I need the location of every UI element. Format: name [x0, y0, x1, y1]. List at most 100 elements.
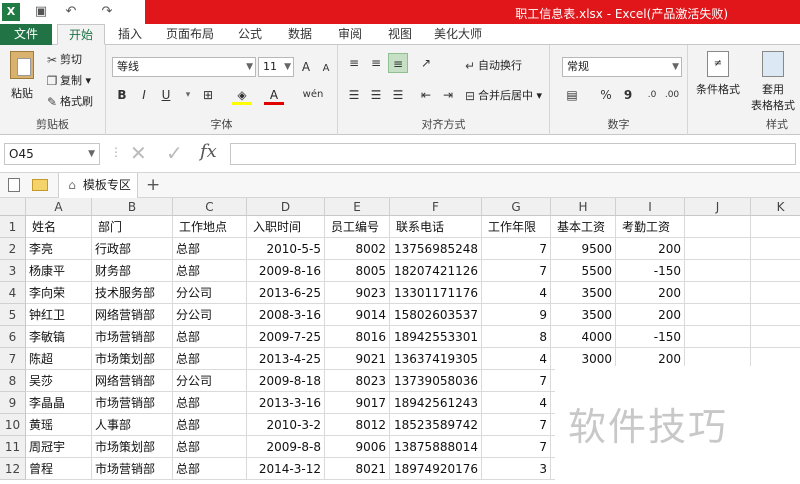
insert-function-icon[interactable]: fx: [200, 141, 217, 162]
increase-font-button[interactable]: A: [296, 57, 316, 77]
header-cell[interactable]: [685, 216, 751, 238]
table-cell[interactable]: 李向荣: [26, 282, 92, 304]
table-cell[interactable]: 市场营销部: [92, 326, 173, 348]
table-cell[interactable]: 200: [616, 304, 685, 326]
header-cell[interactable]: 部门: [92, 216, 173, 238]
align-middle-icon[interactable]: ≡: [366, 53, 386, 73]
table-cell[interactable]: 2013-4-25: [247, 348, 325, 370]
table-cell[interactable]: 总部: [173, 348, 247, 370]
borders-icon[interactable]: ⊞: [198, 85, 218, 105]
increase-decimal-icon[interactable]: .0: [642, 85, 662, 105]
row-header[interactable]: 4: [0, 282, 26, 304]
table-cell[interactable]: 5500: [551, 260, 616, 282]
table-cell[interactable]: [685, 282, 751, 304]
tab-formulas[interactable]: 公式: [228, 24, 272, 45]
table-cell[interactable]: 总部: [173, 326, 247, 348]
table-cell[interactable]: 总部: [173, 414, 247, 436]
table-cell[interactable]: [751, 260, 800, 282]
table-cell[interactable]: 8: [482, 326, 551, 348]
table-cell[interactable]: 市场营销部: [92, 458, 173, 480]
table-cell[interactable]: 7: [482, 436, 551, 458]
header-cell[interactable]: 联系电话: [390, 216, 482, 238]
formula-input[interactable]: [230, 143, 796, 165]
table-cell[interactable]: 9023: [325, 282, 390, 304]
table-cell[interactable]: 3500: [551, 282, 616, 304]
table-cell[interactable]: 2009-8-8: [247, 436, 325, 458]
number-format-combo[interactable]: 常规 ▼: [562, 57, 682, 77]
table-cell[interactable]: [751, 304, 800, 326]
column-header-b[interactable]: B: [92, 198, 173, 216]
table-cell[interactable]: 李亮: [26, 238, 92, 260]
table-cell[interactable]: 市场策划部: [92, 348, 173, 370]
table-cell[interactable]: 2009-8-16: [247, 260, 325, 282]
table-cell[interactable]: 技术服务部: [92, 282, 173, 304]
add-tab-button[interactable]: +: [146, 175, 160, 195]
table-cell[interactable]: 3: [482, 458, 551, 480]
tab-view[interactable]: 视图: [378, 24, 422, 45]
table-cell[interactable]: 8016: [325, 326, 390, 348]
table-cell[interactable]: 18207421126: [390, 260, 482, 282]
name-box[interactable]: O45 ▼: [4, 143, 100, 165]
new-file-icon[interactable]: [8, 178, 20, 192]
undo-icon[interactable]: ↶: [62, 3, 80, 21]
header-cell[interactable]: 入职时间: [247, 216, 325, 238]
table-cell[interactable]: 9: [482, 304, 551, 326]
table-cell[interactable]: 7: [482, 370, 551, 392]
column-header-a[interactable]: A: [26, 198, 92, 216]
table-cell[interactable]: 9500: [551, 238, 616, 260]
table-cell[interactable]: [751, 238, 800, 260]
table-cell[interactable]: 7: [482, 238, 551, 260]
table-cell[interactable]: 总部: [173, 260, 247, 282]
table-cell[interactable]: 4: [482, 282, 551, 304]
table-cell[interactable]: -150: [616, 260, 685, 282]
column-header-i[interactable]: I: [616, 198, 685, 216]
align-right-icon[interactable]: ☰: [388, 85, 408, 105]
table-cell[interactable]: 13637419305: [390, 348, 482, 370]
underline-button[interactable]: U: [156, 85, 176, 105]
table-cell[interactable]: 总部: [173, 436, 247, 458]
underline-dropdown[interactable]: ▾: [178, 85, 198, 105]
confirm-icon[interactable]: ✓: [166, 141, 183, 165]
cancel-icon[interactable]: ✕: [130, 141, 147, 165]
table-cell[interactable]: 周冠宇: [26, 436, 92, 458]
table-cell[interactable]: 18942553301: [390, 326, 482, 348]
column-header-f[interactable]: F: [390, 198, 482, 216]
table-cell[interactable]: 13301171176: [390, 282, 482, 304]
table-cell[interactable]: 8023: [325, 370, 390, 392]
table-cell[interactable]: 行政部: [92, 238, 173, 260]
table-cell[interactable]: 8002: [325, 238, 390, 260]
table-cell[interactable]: 2013-6-25: [247, 282, 325, 304]
column-header-e[interactable]: E: [325, 198, 390, 216]
decrease-indent-icon[interactable]: ⇤: [416, 85, 436, 105]
font-size-combo[interactable]: 11 ▼: [258, 57, 294, 77]
font-name-combo[interactable]: 等线 ▼: [112, 57, 256, 77]
table-cell[interactable]: 200: [616, 238, 685, 260]
table-cell[interactable]: 8012: [325, 414, 390, 436]
table-cell[interactable]: 市场策划部: [92, 436, 173, 458]
table-cell[interactable]: 13739058036: [390, 370, 482, 392]
tab-home[interactable]: 开始: [57, 24, 105, 45]
row-header[interactable]: 6: [0, 326, 26, 348]
table-cell[interactable]: 3500: [551, 304, 616, 326]
header-cell[interactable]: 工作年限: [482, 216, 551, 238]
orientation-icon[interactable]: ↗: [416, 53, 436, 73]
comma-style-button[interactable]: 9: [618, 85, 638, 105]
align-top-icon[interactable]: ≡: [344, 53, 364, 73]
table-cell[interactable]: [685, 260, 751, 282]
wrap-text-button[interactable]: ↵ 自动换行: [462, 57, 522, 74]
row-header[interactable]: 11: [0, 436, 26, 458]
table-cell[interactable]: 总部: [173, 458, 247, 480]
tab-page-layout[interactable]: 页面布局: [158, 24, 222, 45]
align-left-icon[interactable]: ☰: [344, 85, 364, 105]
font-color-icon[interactable]: A: [264, 85, 284, 105]
row-header[interactable]: 9: [0, 392, 26, 414]
bold-button[interactable]: B: [112, 85, 132, 105]
table-cell[interactable]: 18942561243: [390, 392, 482, 414]
table-cell[interactable]: 2010-5-5: [247, 238, 325, 260]
merge-center-button[interactable]: ⊟ 合并后居中 ▾: [462, 87, 542, 104]
table-cell[interactable]: 李敏镐: [26, 326, 92, 348]
table-cell[interactable]: 人事部: [92, 414, 173, 436]
table-cell[interactable]: 15802603537: [390, 304, 482, 326]
format-painter-button[interactable]: ✎ 格式刷: [44, 93, 93, 110]
fill-color-icon[interactable]: ◈: [232, 85, 252, 105]
